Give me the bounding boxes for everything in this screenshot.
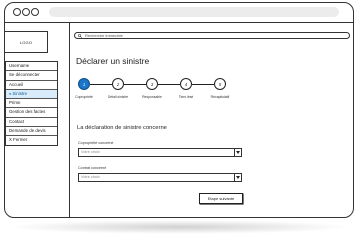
copropriete-select[interactable]: Votre choix (78, 148, 242, 157)
step-label: Responsable (142, 95, 162, 99)
window-close-dot[interactable] (13, 8, 21, 16)
select-value: Votre choix (81, 150, 100, 154)
sidebar-item-label: Demande de devis (9, 128, 46, 134)
window-maximize-dot[interactable] (31, 8, 39, 16)
chevron-down-icon (234, 149, 241, 156)
address-bar[interactable] (49, 7, 339, 17)
sidebar-item-label: Accueil (9, 81, 24, 87)
title-separator (5, 22, 353, 23)
search-input[interactable]: Recherche immeuble (74, 32, 350, 39)
sidebar-item-label: Prime (9, 100, 21, 106)
page-title: Déclarer un sinistre (76, 56, 150, 66)
sidebar-item-logout[interactable]: Se déconnecter (6, 71, 57, 81)
step-5[interactable]: 5 (214, 78, 226, 90)
sidebar-item-label: Fermer (13, 137, 28, 143)
sidebar-item-contact[interactable]: Contact (6, 118, 57, 128)
sidebar-item-label: Username (9, 63, 30, 68)
sidebar-item-label: Contact (9, 118, 25, 124)
bullet-icon: ● (9, 91, 12, 96)
window-minimize-dot[interactable] (22, 8, 30, 16)
step-label: Copropriété (75, 95, 93, 99)
sidebar-item-gestion[interactable]: Gestion des factes (6, 108, 57, 118)
step-connector (158, 83, 180, 85)
logo: LOGO (4, 31, 48, 53)
sidebar-item-prime[interactable]: Prime (6, 99, 57, 109)
stepper: 1 2 3 4 5 Copropriété Détail sinistre Re… (75, 78, 238, 104)
sidebar-item-devis[interactable]: Demande de devis (6, 127, 57, 137)
window-shadow (8, 220, 350, 234)
close-icon: X (9, 137, 12, 143)
chevron-down-icon (234, 174, 241, 181)
step-label: Tiers lésé (178, 95, 194, 99)
select-value: Votre choix (81, 175, 100, 179)
sidebar-item-label: Se déconnecter (9, 72, 40, 78)
sidebar-item-sinistre[interactable]: ● Sinistre (6, 89, 57, 100)
step-label: Détail sinistre (107, 95, 129, 99)
step-connector (90, 83, 112, 85)
field-label-copropriete: Copropriété concerné (78, 141, 114, 145)
next-step-button[interactable]: Etape suivante (199, 193, 243, 204)
step-1[interactable]: 1 (78, 78, 90, 90)
step-label: Récapitulatif (210, 95, 230, 99)
sidebar-item-label: Sinistre (12, 90, 28, 96)
search-icon (78, 33, 82, 38)
sidebar-item-username[interactable]: Username (6, 62, 57, 72)
step-4[interactable]: 4 (180, 78, 192, 90)
sidebar-divider (69, 22, 70, 217)
field-label-contrat: Contrat concerné (78, 166, 107, 170)
title-bar (5, 3, 353, 23)
sidebar-item-accueil[interactable]: Accueil (6, 81, 57, 90)
contrat-select[interactable]: Votre choix (78, 173, 242, 182)
section-title: La déclaration de sinistre concerne (77, 125, 167, 131)
sidebar-menu: Username Se déconnecter Accueil ● Sinist… (5, 61, 58, 146)
sidebar-item-label: Gestion des factes (9, 109, 46, 115)
sidebar-item-fermer[interactable]: X Fermer (6, 136, 57, 144)
step-connector (124, 83, 146, 85)
step-connector (192, 83, 214, 85)
step-3[interactable]: 3 (146, 78, 158, 90)
search-placeholder: Recherche immeuble (85, 33, 123, 38)
step-2[interactable]: 2 (112, 78, 124, 90)
